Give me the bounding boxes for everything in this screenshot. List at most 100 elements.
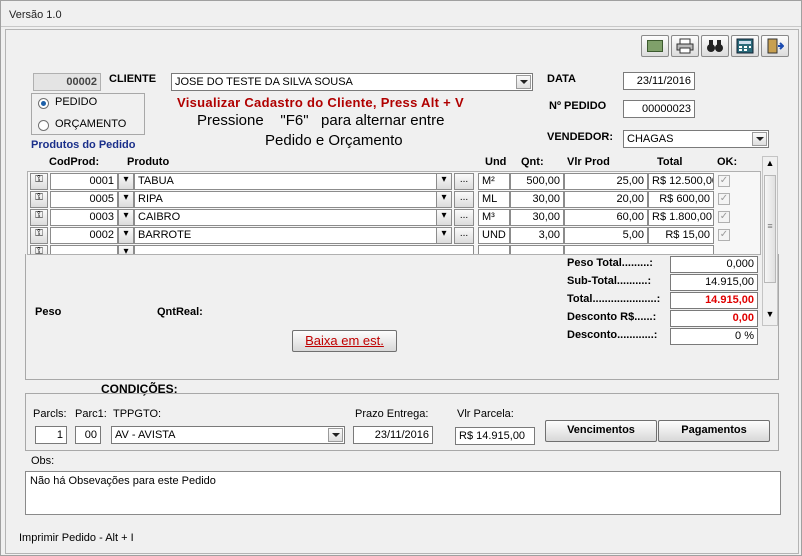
chevron-down-icon[interactable]: ▾: [118, 209, 134, 226]
ok-checkbox[interactable]: ✓: [718, 229, 730, 241]
price-cell[interactable]: 20,00: [564, 191, 648, 208]
date-field[interactable]: 23/11/2016: [623, 72, 695, 90]
main-window: Versão 1.0 00002 CLIENTE JOSE DO TESTE D…: [0, 0, 802, 556]
ok-checkbox[interactable]: ✓: [718, 175, 730, 187]
products-grid: ⚿ 0001 ▾ TABUA ▾ ... M² 500,00 25,00 R$ …: [27, 171, 761, 255]
qty-cell[interactable]: 30,00: [510, 209, 564, 226]
ok-checkbox[interactable]: ✓: [718, 211, 730, 223]
chevron-down-icon[interactable]: ▾: [436, 191, 452, 208]
radio-orcamento-label: ORÇAMENTO: [55, 118, 127, 130]
exit-button[interactable]: [761, 35, 789, 57]
col-codprod: CodProd:: [49, 156, 100, 168]
table-row: ⚿ 0003 ▾ CAIBRO ▾ ... M³ 30,00 60,00 R$ …: [28, 209, 760, 227]
col-vlrprod: Vlr Prod: [567, 156, 610, 168]
parc1-field[interactable]: 00: [75, 426, 101, 444]
qty-cell[interactable]: 500,00: [510, 173, 564, 190]
col-qnt: Qnt:: [521, 156, 544, 168]
product-cell[interactable]: RIPA: [134, 191, 452, 208]
col-ok: OK:: [717, 156, 738, 168]
product-cell[interactable]: TABUA: [134, 173, 452, 190]
total-cell: R$ 12.500,00: [648, 173, 714, 190]
search-button[interactable]: [701, 35, 729, 57]
total-cell: R$ 1.800,00: [648, 209, 714, 226]
products-title: Produtos do Pedido: [31, 139, 136, 151]
unit-cell[interactable]: UND: [478, 227, 510, 244]
qty-cell[interactable]: 30,00: [510, 191, 564, 208]
chevron-down-icon[interactable]: ▾: [436, 227, 452, 244]
price-cell[interactable]: 5,00: [564, 227, 648, 244]
key-icon[interactable]: ⚿: [30, 191, 48, 208]
chevron-down-icon[interactable]: ▾: [436, 173, 452, 190]
scroll-up-icon[interactable]: ▲: [764, 158, 776, 172]
obs-textarea[interactable]: Não há Obsevações para este Pedido: [25, 471, 781, 515]
exit-door-icon: [767, 38, 784, 54]
ok-checkbox[interactable]: ✓: [718, 193, 730, 205]
payment-button[interactable]: [641, 35, 669, 57]
chevron-down-icon[interactable]: [516, 75, 531, 89]
vlr-parcela-field: R$ 14.915,00: [455, 427, 535, 445]
key-icon[interactable]: ⚿: [30, 173, 48, 190]
chevron-down-icon[interactable]: ▾: [118, 191, 134, 208]
obs-label: Obs:: [31, 455, 55, 467]
date-label: DATA: [547, 73, 576, 85]
qty-cell[interactable]: 3,00: [510, 227, 564, 244]
vlr-parcela-label: Vlr Parcela:: [457, 408, 514, 420]
unit-cell[interactable]: M³: [478, 209, 510, 226]
printer-icon: [676, 38, 694, 54]
calculator-icon: [736, 38, 754, 54]
price-cell[interactable]: 60,00: [564, 209, 648, 226]
unit-cell[interactable]: ML: [478, 191, 510, 208]
items-frame: [25, 254, 779, 380]
client-code-field: 00002: [33, 73, 101, 91]
parc1-label: Parc1:: [75, 408, 107, 420]
price-cell[interactable]: 25,00: [564, 173, 648, 190]
key-icon[interactable]: ⚿: [30, 227, 48, 244]
total-cell: R$ 15,00: [648, 227, 714, 244]
key-icon[interactable]: ⚿: [30, 209, 48, 226]
parcls-label: Parcls:: [33, 408, 67, 420]
product-cell[interactable]: BARROTE: [134, 227, 452, 244]
print-button[interactable]: [671, 35, 699, 57]
chevron-down-icon[interactable]: [328, 428, 343, 442]
ellipsis-button[interactable]: ...: [454, 209, 474, 226]
order-number-label: Nº PEDIDO: [549, 100, 607, 112]
seller-value: CHAGAS: [627, 133, 674, 145]
radio-pedido[interactable]: [38, 98, 49, 109]
chevron-down-icon[interactable]: ▾: [436, 209, 452, 226]
parcls-field[interactable]: 1: [35, 426, 67, 444]
chevron-down-icon[interactable]: ▾: [118, 173, 134, 190]
prazo-field[interactable]: 23/11/2016: [353, 426, 433, 444]
title-bar: Versão 1.0: [1, 1, 801, 27]
tppgto-combobox[interactable]: AV - AVISTA: [111, 426, 345, 444]
ellipsis-button[interactable]: ...: [454, 173, 474, 190]
total-cell: R$ 600,00: [648, 191, 714, 208]
table-row: ⚿ 0002 ▾ BARROTE ▾ ... UND 3,00 5,00 R$ …: [28, 227, 760, 245]
code-cell[interactable]: 0003: [50, 209, 118, 226]
code-cell[interactable]: 0005: [50, 191, 118, 208]
unit-cell[interactable]: M²: [478, 173, 510, 190]
seller-combobox[interactable]: CHAGAS: [623, 130, 769, 148]
pagamentos-button[interactable]: Pagamentos: [658, 420, 770, 442]
radio-orcamento[interactable]: [38, 120, 49, 131]
code-cell[interactable]: 0002: [50, 227, 118, 244]
client-value: JOSE DO TESTE DA SILVA SOUSA: [175, 76, 353, 88]
vencimentos-button[interactable]: Vencimentos: [545, 420, 657, 442]
client-combobox[interactable]: JOSE DO TESTE DA SILVA SOUSA: [171, 73, 533, 91]
calculator-button[interactable]: [731, 35, 759, 57]
chevron-down-icon[interactable]: ▾: [118, 227, 134, 244]
client-label: CLIENTE: [109, 73, 157, 85]
tppgto-value: AV - AVISTA: [115, 429, 176, 441]
chevron-down-icon[interactable]: [752, 132, 767, 146]
product-cell[interactable]: CAIBRO: [134, 209, 452, 226]
tppgto-label: TPPGTO:: [113, 408, 162, 420]
code-cell[interactable]: 0001: [50, 173, 118, 190]
f6-hint-line2: Pedido e Orçamento: [265, 132, 403, 149]
obs-text: Não há Obsevações para este Pedido: [30, 475, 216, 487]
ellipsis-button[interactable]: ...: [454, 227, 474, 244]
binoculars-icon: [707, 40, 723, 52]
print-shortcut-hint: Imprimir Pedido - Alt + I: [19, 532, 134, 544]
order-number-field[interactable]: 00000023: [623, 100, 695, 118]
ellipsis-button[interactable]: ...: [454, 191, 474, 208]
window-title: Versão 1.0: [9, 9, 62, 21]
table-row: ⚿ 0005 ▾ RIPA ▾ ... ML 30,00 20,00 R$ 60…: [28, 191, 760, 209]
